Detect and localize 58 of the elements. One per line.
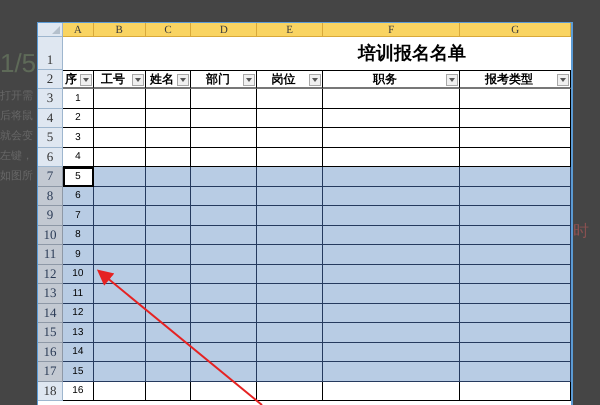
filter-dropdown-button[interactable] [243, 74, 256, 86]
table-cell: 13 [62, 323, 94, 342]
column-header[interactable]: B [94, 23, 146, 37]
table-cell: 3 [62, 128, 94, 148]
table-cell: 7 [62, 206, 94, 226]
caret-icon [560, 78, 566, 82]
row-header[interactable]: 17 [38, 362, 63, 382]
row-header[interactable]: 8 [38, 186, 63, 206]
table-cell: 6 [62, 186, 94, 206]
row-header[interactable]: 2 [38, 70, 63, 89]
caret-icon [82, 78, 89, 82]
filter-dropdown-button[interactable] [308, 74, 321, 86]
caret-icon [312, 78, 318, 82]
row-header[interactable]: 3 [38, 89, 63, 108]
row-header[interactable]: 11 [38, 245, 63, 264]
row-header[interactable]: 5 [38, 128, 63, 148]
column-header[interactable]: F [322, 23, 460, 37]
column-header[interactable]: E [257, 23, 323, 37]
table-cell: 12 [62, 304, 94, 323]
sheet-title: 培训报名名单 [358, 42, 466, 65]
triangle-icon [52, 26, 60, 34]
row-header[interactable]: 6 [38, 148, 63, 167]
row-header[interactable]: 9 [38, 206, 63, 226]
row-header[interactable]: 18 [38, 382, 63, 401]
column-header[interactable]: C [146, 23, 192, 37]
table-cell: 8 [62, 226, 94, 245]
table-cell: 4 [62, 148, 94, 167]
table-cell: 9 [62, 245, 94, 264]
column-header[interactable]: G [460, 23, 571, 37]
background-text: 时 [573, 223, 589, 240]
table-cell: 14 [62, 342, 94, 362]
table-cell: 16 [62, 382, 94, 401]
table-cell: 10 [62, 264, 94, 284]
filter-dropdown-button[interactable] [557, 74, 569, 86]
filter-dropdown-button[interactable] [177, 74, 190, 86]
table-cell: 11 [62, 284, 94, 304]
row-header[interactable]: 1 [38, 37, 63, 70]
column-header[interactable]: D [191, 23, 258, 37]
table-cell: 1 [62, 89, 94, 108]
row-header[interactable]: 13 [38, 284, 63, 304]
column-header[interactable]: A [62, 23, 94, 37]
filter-dropdown-button[interactable] [80, 74, 92, 86]
caret-icon [246, 78, 252, 82]
table-cell: 2 [62, 108, 94, 128]
row-header[interactable]: 16 [38, 342, 63, 362]
row-header[interactable]: 14 [38, 304, 63, 323]
row-header[interactable]: 10 [38, 226, 63, 245]
caret-icon [180, 78, 186, 82]
row-header[interactable]: 4 [38, 108, 63, 128]
table-cell: 5 [62, 167, 94, 186]
row-header[interactable]: 15 [38, 323, 63, 342]
table-cell: 15 [62, 362, 94, 382]
row-header[interactable]: 7 [38, 167, 63, 186]
filter-dropdown-button[interactable] [446, 74, 458, 86]
row-header[interactable]: 12 [38, 264, 63, 284]
caret-icon [449, 78, 456, 82]
caret-icon [134, 78, 141, 82]
filter-dropdown-button[interactable] [132, 74, 144, 86]
